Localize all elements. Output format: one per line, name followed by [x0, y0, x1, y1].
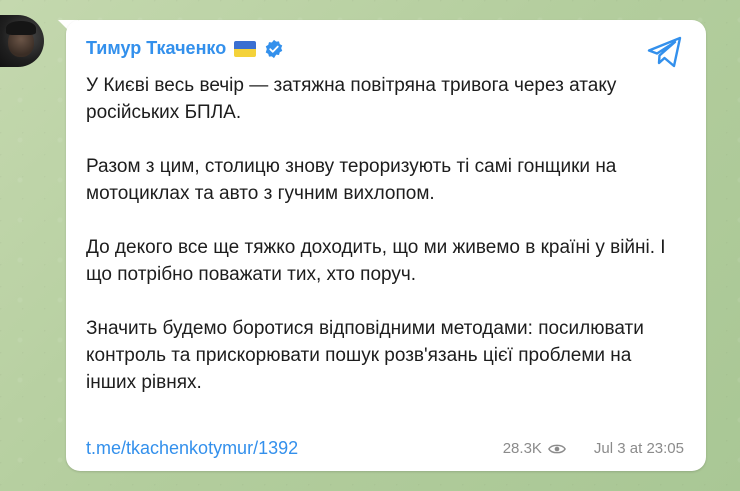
- share-button[interactable]: [646, 34, 684, 70]
- telegram-share-icon: [647, 36, 682, 68]
- sender-name[interactable]: Тимур Ткаченко: [86, 38, 226, 59]
- timestamp: Jul 3 at 23:05: [593, 440, 684, 457]
- message-paragraph: До декого все ще тяжко доходить, що ми ж…: [86, 237, 666, 285]
- message-footer: t.me/tkachenkotymur/1392 28.3K Jul 3 at …: [86, 438, 684, 459]
- avatar-hair: [6, 21, 36, 35]
- eye-icon: [548, 444, 566, 453]
- message-paragraph: Разом з цим, столицю знову тероризують т…: [86, 156, 617, 204]
- message-paragraph: Значить будемо боротися відповідними мет…: [86, 318, 644, 393]
- post-link[interactable]: t.me/tkachenkotymur/1392: [86, 438, 298, 459]
- view-count: 28.3K: [502, 440, 542, 457]
- message-paragraph: У Києві весь вечір — затяжна повітряна т…: [86, 75, 617, 123]
- verified-badge-icon: [265, 39, 283, 58]
- message-header: Тимур Ткаченко: [86, 38, 284, 59]
- message-meta: 28.3K Jul 3 at 23:05: [503, 440, 684, 457]
- ukraine-flag-icon: [234, 40, 257, 57]
- message-text: У Києві весь вечір — затяжна повітряна т…: [86, 72, 686, 396]
- message-bubble: Тимур Ткаченко У Києві весь вечір — затя…: [66, 20, 706, 471]
